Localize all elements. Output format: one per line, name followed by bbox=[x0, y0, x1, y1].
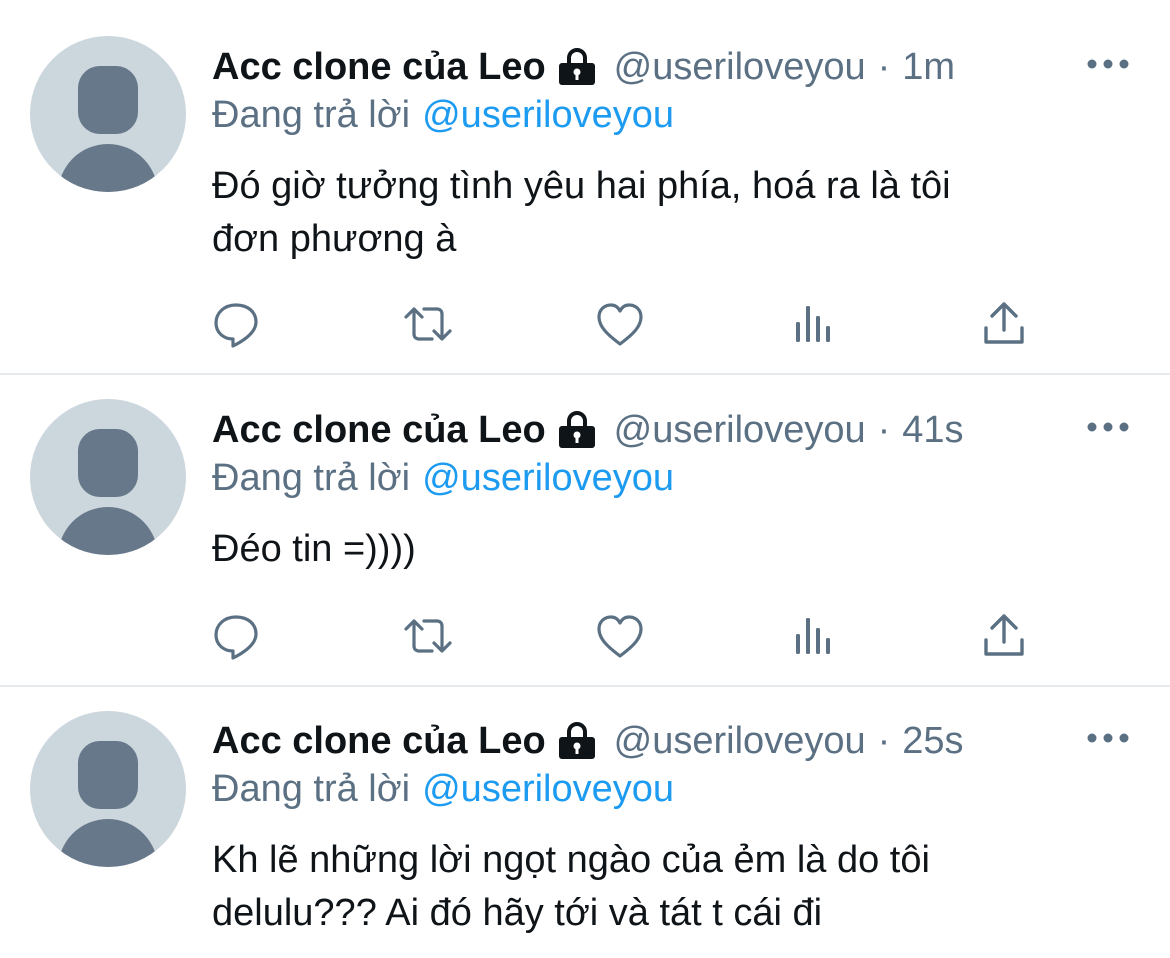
replying-to-label: Đang trả lời bbox=[212, 457, 411, 499]
heart-icon bbox=[597, 615, 643, 658]
reply-mention-link[interactable]: @useriloveyou bbox=[422, 94, 674, 136]
tweet-header: Acc clone của Leo @useriloveyou · 25s bbox=[212, 718, 964, 764]
display-name[interactable]: Acc clone của Leo bbox=[212, 409, 546, 452]
lock-icon bbox=[558, 722, 595, 759]
reply-mention-link[interactable]: @useriloveyou bbox=[422, 768, 674, 810]
tweet-text: Đéo tin =)))) bbox=[212, 523, 1112, 576]
avatar-body-shape bbox=[58, 144, 158, 192]
avatar[interactable] bbox=[30, 399, 186, 555]
lock-icon bbox=[558, 411, 595, 448]
share-icon bbox=[984, 302, 1024, 344]
avatar-body-shape bbox=[58, 819, 158, 867]
reply-icon bbox=[214, 303, 258, 348]
tweet[interactable]: Acc clone của Leo @useriloveyou · 25s Đa… bbox=[0, 687, 1170, 958]
share-icon bbox=[984, 614, 1024, 656]
user-handle[interactable]: @useriloveyou bbox=[614, 46, 866, 89]
separator-dot: · bbox=[877, 719, 891, 762]
lock-icon bbox=[558, 48, 595, 85]
reply-button[interactable] bbox=[206, 606, 266, 666]
heart-icon bbox=[597, 303, 643, 346]
reply-icon bbox=[214, 615, 258, 660]
reply-mention-link[interactable]: @useriloveyou bbox=[422, 457, 674, 499]
avatar-head-shape bbox=[78, 66, 138, 134]
reply-button[interactable] bbox=[206, 294, 266, 354]
stats-icon bbox=[796, 306, 830, 342]
more-icon[interactable] bbox=[1086, 417, 1130, 437]
user-handle[interactable]: @useriloveyou bbox=[614, 720, 866, 763]
timestamp[interactable]: 41s bbox=[902, 409, 963, 452]
action-bar bbox=[0, 294, 1170, 354]
retweet-icon bbox=[404, 307, 452, 341]
separator-dot: · bbox=[877, 45, 891, 88]
tweet-text-line: đơn phương à bbox=[212, 218, 457, 260]
tweet-text: Đó giờ tưởng tình yêu hai phía, hoá ra l… bbox=[212, 160, 1112, 266]
replying-to: Đang trả lời @useriloveyou bbox=[212, 768, 674, 811]
tweet-header: Acc clone của Leo @useriloveyou · 1m bbox=[212, 44, 955, 90]
more-icon[interactable] bbox=[1086, 54, 1130, 74]
replying-to: Đang trả lời @useriloveyou bbox=[212, 94, 674, 137]
tweet-text: Kh lẽ những lời ngọt ngào của ẻm là do t… bbox=[212, 834, 1112, 940]
like-button[interactable] bbox=[590, 294, 650, 354]
tweet-header: Acc clone của Leo @useriloveyou · 41s bbox=[212, 407, 964, 453]
action-bar bbox=[0, 606, 1170, 666]
retweet-icon bbox=[404, 619, 452, 653]
display-name[interactable]: Acc clone của Leo bbox=[212, 46, 546, 89]
view-stats-button[interactable] bbox=[782, 606, 842, 666]
retweet-button[interactable] bbox=[398, 294, 458, 354]
tweet-text-line: Đó giờ tưởng tình yêu hai phía, hoá ra l… bbox=[212, 165, 951, 207]
stats-icon bbox=[796, 618, 830, 654]
replying-to: Đang trả lời @useriloveyou bbox=[212, 457, 674, 500]
tweet[interactable]: Acc clone của Leo @useriloveyou · 41s Đa… bbox=[0, 375, 1170, 685]
tweet-text-line: Kh lẽ những lời ngọt ngào của ẻm là do t… bbox=[212, 839, 930, 881]
tweet-text-line: delulu??? Ai đó hãy tới và tát t cái đi bbox=[212, 892, 823, 934]
like-button[interactable] bbox=[590, 606, 650, 666]
more-icon[interactable] bbox=[1086, 728, 1130, 748]
avatar-head-shape bbox=[78, 429, 138, 497]
display-name[interactable]: Acc clone của Leo bbox=[212, 720, 546, 763]
replying-to-label: Đang trả lời bbox=[212, 768, 411, 810]
retweet-button[interactable] bbox=[398, 606, 458, 666]
tweet[interactable]: Acc clone của Leo @useriloveyou · 1m Đan… bbox=[0, 0, 1170, 373]
view-stats-button[interactable] bbox=[782, 294, 842, 354]
user-handle[interactable]: @useriloveyou bbox=[614, 409, 866, 452]
share-button[interactable] bbox=[974, 294, 1034, 354]
timestamp[interactable]: 25s bbox=[902, 720, 963, 763]
avatar[interactable] bbox=[30, 711, 186, 867]
separator-dot: · bbox=[877, 408, 891, 451]
timestamp[interactable]: 1m bbox=[902, 46, 955, 89]
replying-to-label: Đang trả lời bbox=[212, 94, 411, 136]
avatar[interactable] bbox=[30, 36, 186, 192]
avatar-body-shape bbox=[58, 507, 158, 555]
share-button[interactable] bbox=[974, 606, 1034, 666]
tweet-text-line: Đéo tin =)))) bbox=[212, 528, 416, 570]
avatar-head-shape bbox=[78, 741, 138, 809]
